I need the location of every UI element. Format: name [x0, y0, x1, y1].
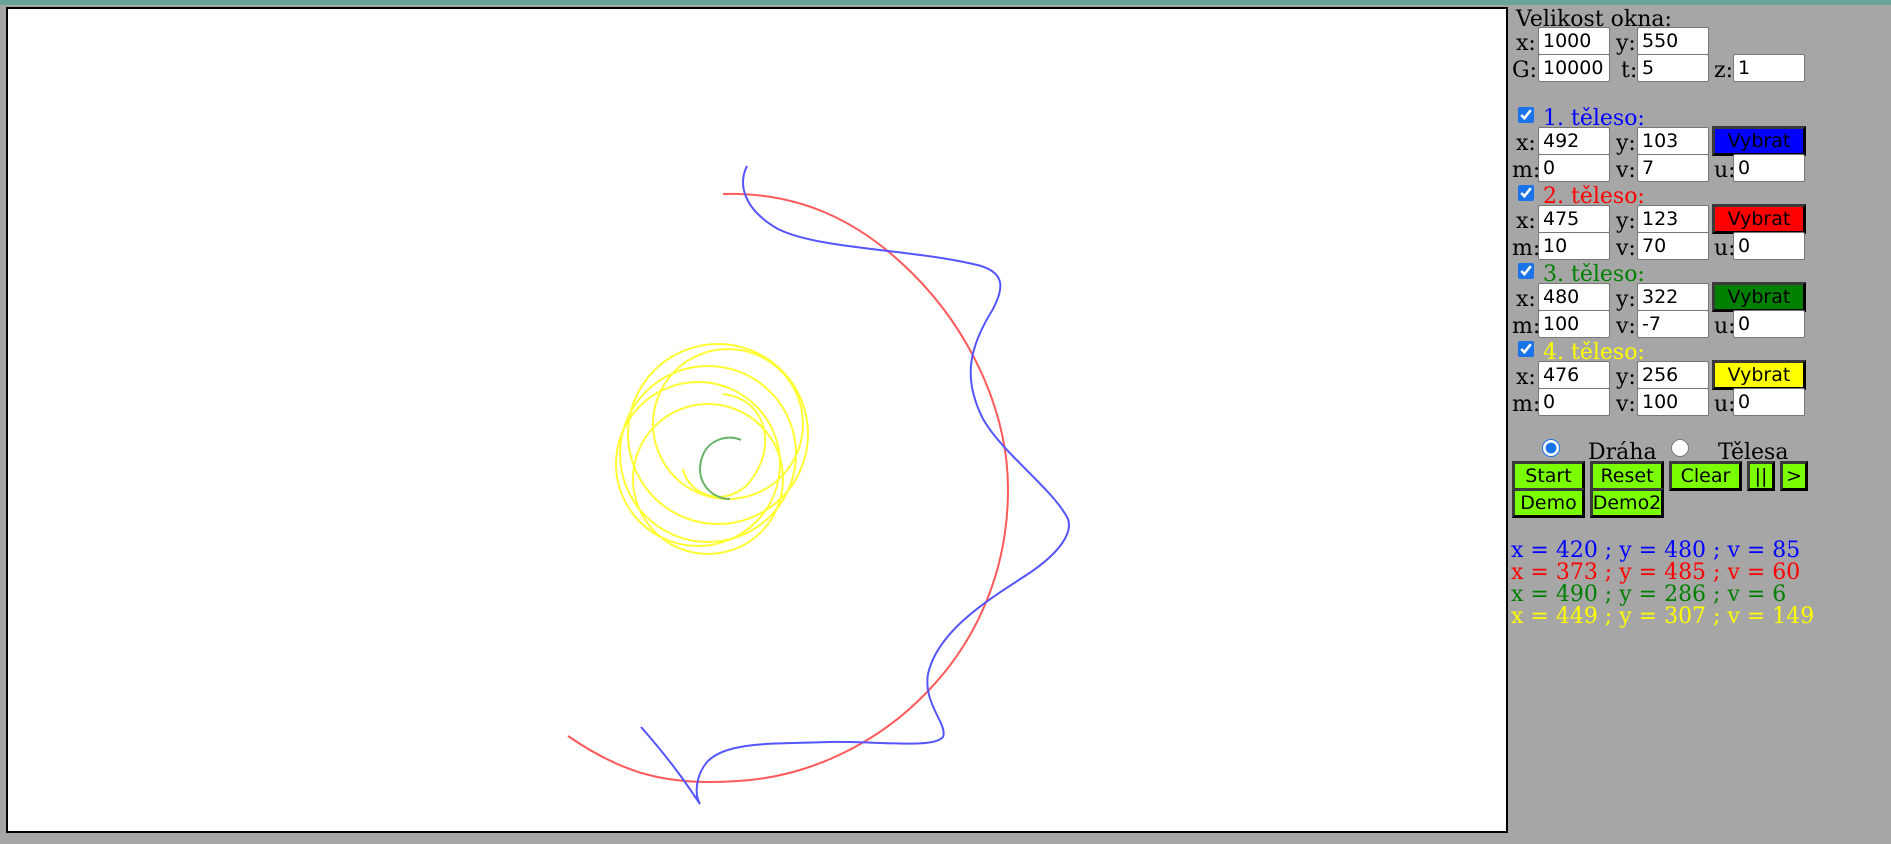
- body4-select-button[interactable]: Vybrat: [1712, 360, 1806, 390]
- gravity-label: G:: [1512, 58, 1537, 83]
- body2-y-input[interactable]: [1637, 205, 1709, 233]
- body2-v-label: v:: [1616, 236, 1636, 261]
- body4-mass-input[interactable]: [1538, 388, 1610, 416]
- body1-x-input[interactable]: [1538, 127, 1610, 155]
- body1-y-label: y:: [1616, 131, 1636, 156]
- orbit-trail-body4: [615, 343, 809, 555]
- clear-button[interactable]: Clear: [1669, 461, 1742, 491]
- body3-mass-input[interactable]: [1538, 310, 1610, 338]
- body4-y-input[interactable]: [1637, 361, 1709, 389]
- body2-enable-checkbox[interactable]: [1518, 185, 1534, 201]
- body4-enable-checkbox[interactable]: [1518, 341, 1534, 357]
- body3-m-label: m:: [1512, 314, 1541, 339]
- body3-x-label: x:: [1516, 287, 1536, 312]
- body4-y-label: y:: [1616, 365, 1636, 390]
- body3-velocity-input[interactable]: [1637, 310, 1709, 338]
- gravity-input[interactable]: [1538, 54, 1610, 82]
- mode-path-radio[interactable]: [1542, 439, 1560, 457]
- window-y-input[interactable]: [1637, 27, 1709, 55]
- body4-x-input[interactable]: [1538, 361, 1610, 389]
- body1-m-label: m:: [1512, 158, 1541, 183]
- body4-velocity-input[interactable]: [1637, 388, 1709, 416]
- body2-angle-input[interactable]: [1733, 232, 1805, 260]
- body4-m-label: m:: [1512, 392, 1541, 417]
- window-x-input[interactable]: [1538, 27, 1610, 55]
- reset-button[interactable]: Reset: [1590, 461, 1664, 491]
- body3-select-button[interactable]: Vybrat: [1712, 282, 1806, 312]
- body1-y-input[interactable]: [1637, 127, 1709, 155]
- body3-y-input[interactable]: [1637, 283, 1709, 311]
- orbit-trails: [567, 165, 1070, 805]
- body1-velocity-input[interactable]: [1637, 154, 1709, 182]
- body2-x-label: x:: [1516, 209, 1536, 234]
- demo2-button[interactable]: Demo2: [1590, 488, 1664, 518]
- body2-m-label: m:: [1512, 236, 1541, 261]
- body1-v-label: v:: [1616, 158, 1636, 183]
- mode-bodies-radio[interactable]: [1671, 439, 1689, 457]
- body1-x-label: x:: [1516, 131, 1536, 156]
- window-y-label: y:: [1616, 31, 1636, 56]
- body4-angle-input[interactable]: [1733, 388, 1805, 416]
- body1-enable-checkbox[interactable]: [1518, 107, 1534, 123]
- body2-x-input[interactable]: [1538, 205, 1610, 233]
- body3-readout: x = 490 ; y = 286 ; v = 6: [1511, 582, 1787, 607]
- body1-mass-input[interactable]: [1538, 154, 1610, 182]
- body3-angle-input[interactable]: [1733, 310, 1805, 338]
- body2-select-button[interactable]: Vybrat: [1712, 204, 1806, 234]
- demo-button[interactable]: Demo: [1512, 488, 1585, 518]
- zoom-input[interactable]: [1733, 54, 1805, 82]
- simulation-canvas[interactable]: [6, 7, 1508, 833]
- step-button[interactable]: >: [1780, 461, 1808, 491]
- body4-x-label: x:: [1516, 365, 1536, 390]
- body4-v-label: v:: [1616, 392, 1636, 417]
- body1-angle-input[interactable]: [1733, 154, 1805, 182]
- time-label: t:: [1621, 58, 1638, 83]
- body3-v-label: v:: [1616, 314, 1636, 339]
- time-input[interactable]: [1637, 54, 1709, 82]
- body3-enable-checkbox[interactable]: [1518, 263, 1534, 279]
- pause-button[interactable]: ||: [1747, 461, 1775, 491]
- body2-mass-input[interactable]: [1538, 232, 1610, 260]
- body1-select-button[interactable]: Vybrat: [1712, 126, 1806, 156]
- window-x-label: x:: [1516, 31, 1536, 56]
- body1-readout: x = 420 ; y = 480 ; v = 85: [1511, 538, 1801, 563]
- start-button[interactable]: Start: [1512, 461, 1585, 491]
- body4-readout: x = 449 ; y = 307 ; v = 149: [1511, 604, 1815, 629]
- control-panel: Velikost okna: x: y: G: t: z: 1. těleso:…: [1510, 0, 1891, 844]
- body2-readout: x = 373 ; y = 485 ; v = 60: [1511, 560, 1801, 585]
- zoom-label: z:: [1714, 58, 1734, 83]
- body2-velocity-input[interactable]: [1637, 232, 1709, 260]
- body2-y-label: y:: [1616, 209, 1636, 234]
- orbit-trail-body3: [699, 436, 742, 500]
- body3-x-input[interactable]: [1538, 283, 1610, 311]
- body3-y-label: y:: [1616, 287, 1636, 312]
